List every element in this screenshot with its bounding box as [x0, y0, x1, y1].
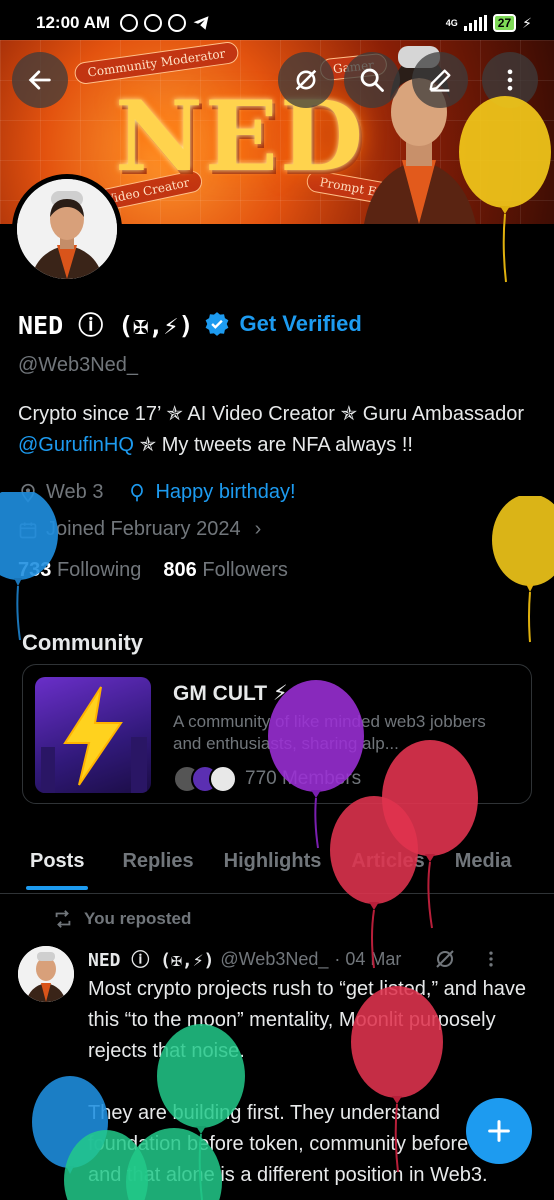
battery-indicator: 27 [492, 14, 517, 32]
joined-date[interactable]: Joined February 2024 [46, 518, 241, 541]
profile-handle: @Web3Ned_ [18, 354, 138, 376]
following-count: 733 [18, 559, 52, 581]
grok-button[interactable] [278, 52, 334, 108]
repost-label: You reposted [84, 909, 192, 928]
followers-label: Followers [202, 559, 288, 581]
following-label: Following [56, 559, 142, 581]
tab-posts[interactable]: Posts [25, 840, 89, 893]
post-author-name[interactable]: NED ⓘ (✠,⚡) [88, 946, 214, 972]
community-thumbnail [35, 677, 151, 793]
charging-icon: ⚡ [522, 14, 532, 31]
plus-icon [488, 1120, 510, 1142]
arrow-left-icon [28, 70, 51, 90]
location-icon [21, 483, 35, 503]
tab-highlights[interactable]: Highlights [224, 840, 322, 893]
community-card[interactable]: GM CULT ⚡ A community of like minded web… [22, 664, 532, 804]
followers-count-link[interactable]: 806 Followers [163, 559, 288, 582]
tab-replies[interactable]: Replies [122, 840, 193, 893]
profile-info: NED ⓘ (✠,⚡) Get Verified @Web3Ned_ Crypt… [18, 300, 538, 582]
post-date: · 04 Mar [334, 948, 402, 969]
lightning-icon [41, 686, 147, 793]
chevron-right-icon[interactable]: › [255, 518, 262, 541]
bio-text: ✯ My tweets are NFA always !! [133, 434, 413, 456]
get-verified-link[interactable]: Get Verified [240, 311, 362, 337]
display-name: NED ⓘ (✠,⚡) [18, 311, 194, 340]
more-vertical-icon[interactable] [481, 949, 501, 969]
repost-icon [55, 910, 71, 928]
avatar-image [17, 179, 117, 279]
grok-icon[interactable] [433, 947, 457, 971]
profile-tabs: Posts Replies Highlights Articles Media [0, 840, 554, 894]
search-button[interactable] [344, 52, 400, 108]
status-bar: 12:00 AM 4G 27 ⚡ [0, 0, 554, 46]
verified-badge-icon[interactable] [204, 311, 230, 337]
more-vertical-icon [507, 69, 513, 91]
back-button[interactable] [12, 52, 68, 108]
tab-articles[interactable]: Articles [351, 840, 424, 893]
balloon-icon [131, 483, 144, 501]
repost-indicator: You reposted [52, 908, 191, 930]
status-time: 12:00 AM [36, 13, 111, 32]
telegram-icon [193, 16, 209, 30]
alarm-icon [120, 14, 139, 32]
community-description: A community of like minded web3 jobbers … [173, 712, 486, 753]
community-name: GM CULT ⚡ [173, 682, 288, 705]
edit-profile-button[interactable] [412, 52, 468, 108]
whatsapp-icon [144, 14, 163, 32]
following-count-link[interactable]: 733 Following [18, 559, 141, 582]
search-icon [360, 68, 384, 92]
followers-count: 806 [163, 559, 197, 581]
profile-location: Web 3 [46, 481, 104, 503]
member-avatar [209, 765, 237, 793]
bio-mention-link[interactable]: @GurufinHQ [18, 434, 134, 456]
profile-avatar[interactable] [12, 174, 122, 284]
community-section-title: Community [22, 630, 143, 655]
calendar-icon [19, 522, 37, 538]
signal-icon [463, 15, 487, 31]
post-text: Most crypto projects rush to “get listed… [88, 978, 526, 1186]
profile-bio: Crypto since 17’ ✯ AI Video Creator ✯ Gu… [18, 399, 538, 461]
network-type: 4G [445, 18, 458, 28]
post-author-avatar[interactable] [18, 946, 74, 1002]
bio-text: Crypto since 17’ ✯ AI Video Creator ✯ Gu… [18, 403, 524, 425]
more-options-button[interactable] [482, 52, 538, 108]
community-members-count: 770 Members [245, 768, 362, 789]
birthday-link[interactable]: Happy birthday! [155, 481, 295, 504]
avatar-image [18, 946, 74, 1002]
tab-media[interactable]: Media [455, 840, 512, 893]
pencil-icon [429, 69, 451, 92]
whatsapp-business-icon [168, 14, 187, 32]
compose-post-button[interactable] [466, 1098, 532, 1164]
post-header: NED ⓘ (✠,⚡) @Web3Ned_ · 04 Mar [88, 946, 501, 972]
grok-icon [295, 69, 317, 91]
post-author-handle: @Web3Ned_ [220, 948, 329, 969]
